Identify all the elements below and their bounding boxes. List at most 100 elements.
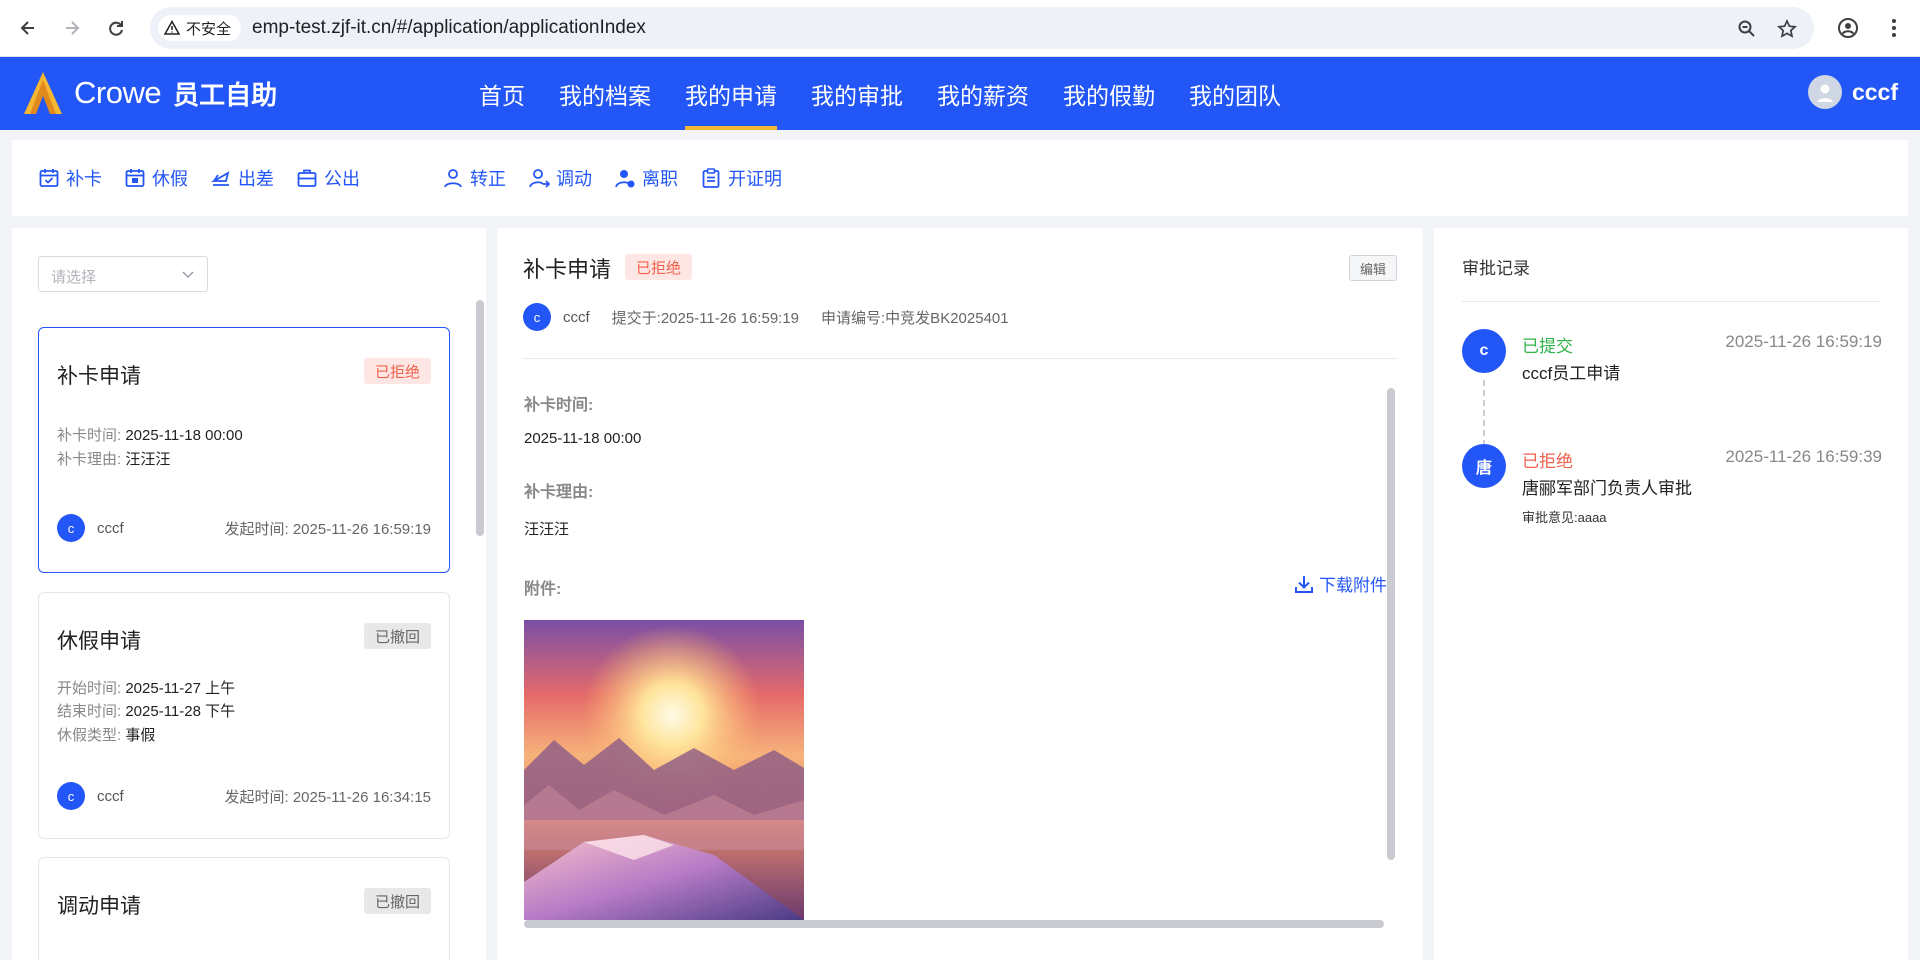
- brand-name: Crowe: [74, 75, 162, 110]
- approval-record-panel: 审批记录 c 已提交 2025-11-26 16:59:19 cccf员工申请 …: [1434, 228, 1908, 960]
- field-label-time: 补卡时间:: [524, 397, 594, 414]
- security-indicator[interactable]: 不安全: [158, 15, 242, 41]
- calendar-check-icon: [39, 169, 59, 187]
- profile-icon[interactable]: [1834, 14, 1862, 42]
- filter-select[interactable]: 请选择: [38, 256, 208, 292]
- filter-placeholder: 请选择: [51, 269, 97, 286]
- card-title: 休假申请: [57, 630, 141, 653]
- briefcase-icon: [297, 169, 317, 187]
- card-user: cccf: [97, 787, 124, 805]
- field-label-reason: 补卡理由:: [524, 484, 594, 501]
- card-title: 补卡申请: [57, 365, 141, 388]
- avatar: c: [57, 514, 85, 542]
- action-official-out[interactable]: 公出: [296, 165, 360, 191]
- download-attachment-link[interactable]: 下载附件: [1293, 571, 1387, 596]
- nav-my-profile[interactable]: 我的档案: [542, 57, 668, 130]
- main-nav: 首页 我的档案 我的申请 我的审批 我的薪资 我的假勤 我的团队: [462, 57, 1298, 130]
- submit-time: 提交于:2025-11-26 16:59:19: [611, 309, 800, 327]
- card-title: 调动申请: [57, 895, 141, 918]
- chevron-down-icon: [181, 267, 195, 285]
- avatar: c: [57, 782, 85, 810]
- action-label: 调动: [556, 169, 592, 189]
- status-badge: 已撤回: [363, 623, 431, 649]
- action-leave[interactable]: 休假: [124, 165, 188, 191]
- action-label: 补卡: [66, 169, 102, 189]
- list-item[interactable]: 休假申请 已撤回 开始时间: 2025-11-27 上午 结束时间: 2025-…: [38, 592, 450, 839]
- card-field: 结束时间: 2025-11-28 下午: [57, 703, 236, 720]
- card-footer: c cccf 发起时间: 2025-11-26 16:59:19: [57, 514, 431, 542]
- edit-button[interactable]: 编辑: [1348, 255, 1397, 281]
- action-label: 公出: [324, 169, 360, 189]
- detail-vertical-scrollbar[interactable]: [1387, 388, 1395, 860]
- card-time: 发起时间: 2025-11-26 16:59:19: [224, 520, 431, 538]
- nav-my-team[interactable]: 我的团队: [1172, 57, 1298, 130]
- action-transfer[interactable]: 调动: [528, 165, 592, 191]
- action-clock-in-fix[interactable]: 补卡: [38, 165, 102, 191]
- browser-toolbar: 不安全 emp-test.zjf-it.cn/#/application/app…: [0, 0, 1920, 57]
- detail-horizontal-scrollbar[interactable]: [524, 920, 1384, 928]
- action-resignation[interactable]: 离职: [614, 165, 678, 191]
- warning-icon: [164, 20, 180, 35]
- approval-title: 审批记录: [1462, 259, 1530, 278]
- action-label: 开证明: [728, 169, 782, 189]
- list-scrollbar[interactable]: [476, 300, 484, 536]
- nav-home[interactable]: 首页: [462, 57, 542, 130]
- user-icon: [444, 169, 462, 188]
- list-item[interactable]: 调动申请 已撤回: [38, 857, 450, 960]
- application-actions: 补卡 休假 出差 公出 转正 调动 离职 开证明: [12, 140, 1908, 216]
- action-label: 离职: [642, 169, 678, 189]
- nav-my-attendance[interactable]: 我的假勤: [1046, 57, 1172, 130]
- detail-user: cccf: [563, 308, 590, 326]
- action-certificate[interactable]: 开证明: [700, 165, 782, 191]
- action-label: 转正: [470, 169, 506, 189]
- logo[interactable]: Crowe 员工自助: [20, 70, 277, 116]
- user-menu[interactable]: cccf: [1807, 75, 1898, 109]
- field-value-reason: 汪汪汪: [524, 521, 570, 538]
- record-status: 已拒绝: [1522, 452, 1573, 471]
- avatar: 唐: [1462, 444, 1506, 488]
- plane-icon: [210, 171, 230, 186]
- record-status: 已提交: [1522, 337, 1573, 356]
- record-note: 审批意见:aaaa: [1522, 510, 1607, 525]
- nav-my-salary[interactable]: 我的薪资: [920, 57, 1046, 130]
- more-menu-icon[interactable]: [1880, 14, 1908, 42]
- user-name: cccf: [1851, 78, 1898, 105]
- nav-my-approvals[interactable]: 我的审批: [794, 57, 920, 130]
- attachment-image[interactable]: [524, 620, 804, 920]
- app-subtitle: 员工自助: [173, 79, 278, 110]
- zoom-icon[interactable]: [1736, 18, 1758, 40]
- download-label: 下载附件: [1319, 576, 1387, 595]
- status-badge: 已撤回: [363, 888, 431, 914]
- bookmark-star-icon[interactable]: [1776, 18, 1798, 40]
- card-footer: c cccf 发起时间: 2025-11-26 16:34:15: [57, 782, 431, 810]
- field-value-time: 2025-11-18 00:00: [524, 430, 642, 447]
- record-desc: cccf员工申请: [1522, 364, 1621, 383]
- download-icon: [1295, 575, 1313, 593]
- detail-meta: c cccf 提交于:2025-11-26 16:59:19 申请编号:中竞发B…: [523, 303, 1009, 331]
- list-item[interactable]: 补卡申请 已拒绝 补卡时间: 2025-11-18 00:00 补卡理由: 汪汪…: [38, 327, 450, 573]
- divider: [1462, 301, 1880, 302]
- address-bar[interactable]: 不安全 emp-test.zjf-it.cn/#/application/app…: [150, 7, 1814, 49]
- user-transfer-icon: [529, 169, 550, 188]
- action-regularization[interactable]: 转正: [442, 165, 506, 191]
- card-field: 补卡时间: 2025-11-18 00:00: [57, 427, 243, 444]
- record-time: 2025-11-26 16:59:39: [1725, 447, 1882, 466]
- reload-icon[interactable]: [102, 14, 130, 42]
- url-text[interactable]: emp-test.zjf-it.cn/#/application/applica…: [252, 17, 646, 39]
- app-header: Crowe 员工自助 首页 我的档案 我的申请 我的审批 我的薪资 我的假勤 我…: [0, 57, 1920, 130]
- card-user: cccf: [97, 519, 124, 537]
- avatar: [1807, 75, 1842, 109]
- attachment-label: 附件:: [524, 581, 562, 598]
- back-arrow-icon[interactable]: [14, 14, 42, 42]
- record-time: 2025-11-26 16:59:19: [1725, 332, 1882, 351]
- crowe-logo-icon: [24, 72, 62, 114]
- forward-arrow-icon[interactable]: [58, 14, 86, 42]
- action-business-trip[interactable]: 出差: [210, 165, 274, 191]
- user-leave-icon: [615, 170, 635, 188]
- clipboard-icon: [702, 168, 720, 188]
- avatar: c: [1462, 329, 1506, 373]
- divider: [523, 358, 1397, 359]
- detail-title: 补卡申请: [523, 257, 612, 282]
- status-badge: 已拒绝: [625, 254, 693, 280]
- nav-my-applications[interactable]: 我的申请: [668, 57, 794, 130]
